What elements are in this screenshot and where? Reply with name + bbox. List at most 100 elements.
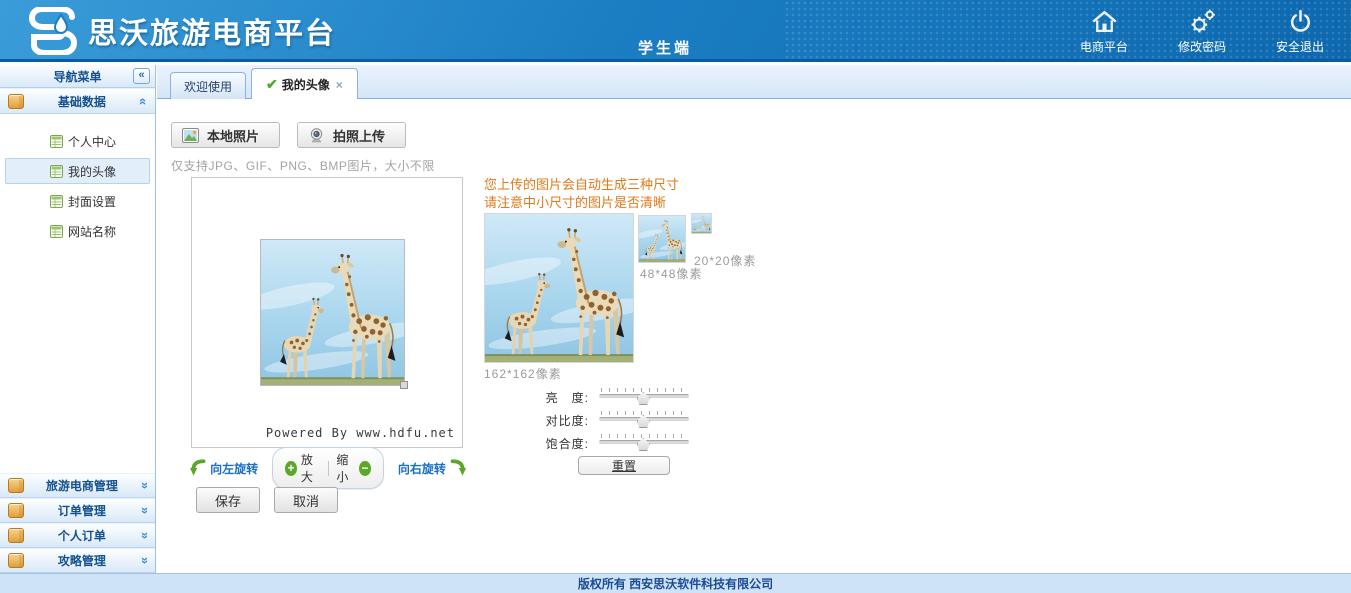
local-photo-button[interactable]: 本地照片 bbox=[171, 122, 280, 148]
grid-icon bbox=[50, 165, 63, 178]
preview-162-label: 162*162像素 bbox=[484, 365, 562, 382]
tip-line-2: 请注意中小尺寸的图片是否清晰 bbox=[484, 194, 679, 212]
chevron-down-icon: « bbox=[136, 532, 151, 539]
main-panel: 欢迎使用 ✔ 我的头像 × 本地照片 bbox=[157, 65, 1351, 573]
sidebar-collapsed-sections: 旅游电商管理 « 订单管理 « 个人订单 « 攻略管理 « bbox=[0, 473, 155, 573]
sidebar-section-guide-management[interactable]: 攻略管理 « bbox=[0, 548, 155, 573]
editor-watermark: Powered By www.hdfu.net bbox=[266, 426, 455, 440]
sidebar-collapse-button[interactable]: « bbox=[133, 68, 150, 84]
saturation-slider-row: 饱合度: bbox=[517, 434, 689, 452]
brightness-slider[interactable] bbox=[599, 388, 689, 406]
ecommerce-platform-button[interactable]: 电商平台 bbox=[1075, 8, 1133, 55]
zoom-out-button[interactable]: 缩小 − bbox=[331, 451, 375, 485]
folder-icon bbox=[8, 528, 24, 543]
contrast-slider[interactable] bbox=[599, 411, 689, 429]
zoom-pill: + 放大 缩小 − bbox=[272, 447, 384, 489]
check-icon: ✔ bbox=[266, 76, 278, 93]
button-label: 本地照片 bbox=[207, 126, 259, 145]
format-note: 仅支持JPG、GIF、PNG、BMP图片，大小不限 bbox=[171, 157, 435, 174]
sidebar-item-site-name[interactable]: 网站名称 bbox=[5, 218, 150, 244]
app-window: 思沃旅游电商平台 学生端 电商平台 bbox=[0, 0, 1351, 593]
brightness-slider-row: 亮 度: bbox=[517, 388, 689, 406]
zoom-in-label: 放大 bbox=[301, 451, 320, 485]
cancel-button[interactable]: 取消 bbox=[274, 487, 338, 513]
rotate-left-icon[interactable] bbox=[190, 457, 206, 479]
grid-icon bbox=[50, 225, 63, 238]
rotate-right-label[interactable]: 向右旋转 bbox=[398, 460, 446, 477]
section-label: 订单管理 bbox=[24, 502, 140, 519]
slider-ticks bbox=[601, 434, 687, 438]
tab-close-icon[interactable]: × bbox=[336, 78, 343, 92]
power-icon bbox=[1287, 8, 1314, 35]
tab-my-avatar[interactable]: ✔ 我的头像 × bbox=[251, 68, 358, 99]
grid-icon bbox=[50, 135, 63, 148]
sidebar-title-text: 导航菜单 bbox=[53, 68, 101, 85]
home-icon bbox=[1091, 8, 1118, 35]
section-label: 攻略管理 bbox=[24, 552, 140, 569]
action-label: 电商平台 bbox=[1080, 38, 1128, 55]
sidebar-title: 导航菜单 « bbox=[0, 65, 155, 88]
menu-item-label: 封面设置 bbox=[68, 193, 116, 210]
header-bar: 思沃旅游电商平台 学生端 电商平台 bbox=[0, 0, 1351, 62]
gears-icon bbox=[1189, 8, 1216, 35]
rotate-right-icon[interactable] bbox=[450, 457, 466, 479]
app-title: 思沃旅游电商平台 bbox=[88, 10, 336, 52]
zoom-out-label: 缩小 bbox=[336, 451, 355, 485]
preview-20-label: 20*20像素 bbox=[694, 252, 756, 269]
sidebar: 导航菜单 « 基础数据 « 个人中心 我的头像 封面设置 网站名称 bbox=[0, 65, 156, 573]
save-cancel-row: 保存 取消 bbox=[196, 487, 338, 513]
divider bbox=[328, 461, 329, 476]
tip-line-1: 您上传的图片会自动生成三种尺寸 bbox=[484, 176, 679, 194]
reset-button[interactable]: 重置 bbox=[578, 456, 670, 475]
preview-48 bbox=[638, 215, 686, 263]
upload-tips: 您上传的图片会自动生成三种尺寸 请注意中小尺寸的图片是否清晰 bbox=[484, 176, 679, 212]
resize-handle[interactable] bbox=[400, 381, 408, 389]
chevron-up-icon: « bbox=[136, 97, 151, 104]
crop-editor-canvas: Powered By www.hdfu.net bbox=[191, 177, 463, 448]
footer-bar: 版权所有 西安思沃软件科技有限公司 bbox=[0, 573, 1351, 593]
tab-welcome[interactable]: 欢迎使用 bbox=[170, 72, 246, 99]
saturation-slider[interactable] bbox=[599, 434, 689, 452]
preview-162 bbox=[484, 213, 634, 363]
rotate-left-label[interactable]: 向左旋转 bbox=[210, 460, 258, 477]
portal-label: 学生端 bbox=[638, 37, 692, 58]
contrast-slider-row: 对比度: bbox=[517, 411, 689, 429]
chevron-down-icon: « bbox=[136, 557, 151, 564]
sidebar-item-cover-settings[interactable]: 封面设置 bbox=[5, 188, 150, 214]
folder-icon bbox=[8, 94, 24, 109]
sidebar-item-personal-center[interactable]: 个人中心 bbox=[5, 128, 150, 154]
zoom-in-button[interactable]: + 放大 bbox=[280, 451, 324, 485]
webcam-icon bbox=[308, 128, 325, 143]
change-password-button[interactable]: 修改密码 bbox=[1173, 8, 1231, 55]
camera-upload-button[interactable]: 拍照上传 bbox=[297, 122, 406, 148]
rotate-controls: 向左旋转 + 放大 缩小 − 向右旋转 bbox=[190, 455, 466, 481]
chevron-down-icon: « bbox=[136, 507, 151, 514]
preview-20 bbox=[691, 213, 712, 234]
section-label: 个人订单 bbox=[24, 527, 140, 544]
contrast-label: 对比度: bbox=[517, 412, 589, 429]
sidebar-section-personal-orders[interactable]: 个人订单 « bbox=[0, 523, 155, 548]
sidebar-item-my-avatar[interactable]: 我的头像 bbox=[5, 158, 150, 184]
sidebar-section-travel-ecommerce[interactable]: 旅游电商管理 « bbox=[0, 473, 155, 498]
sidebar-section-order-management[interactable]: 订单管理 « bbox=[0, 498, 155, 523]
minus-icon: − bbox=[359, 461, 371, 476]
tab-label: 我的头像 bbox=[282, 76, 330, 93]
logout-button[interactable]: 安全退出 bbox=[1271, 8, 1329, 55]
tab-label: 欢迎使用 bbox=[184, 80, 232, 94]
sidebar-menu: 个人中心 我的头像 封面设置 网站名称 bbox=[0, 114, 155, 244]
slider-ticks bbox=[601, 411, 687, 415]
section-label: 基础数据 bbox=[24, 93, 140, 110]
slider-ticks bbox=[601, 388, 687, 392]
folder-icon bbox=[8, 553, 24, 568]
menu-item-label: 我的头像 bbox=[68, 163, 116, 180]
sidebar-section-base-data[interactable]: 基础数据 « bbox=[0, 88, 155, 114]
action-label: 安全退出 bbox=[1276, 38, 1324, 55]
brand-logo: 思沃旅游电商平台 bbox=[28, 7, 336, 55]
brightness-label: 亮 度: bbox=[517, 389, 589, 406]
tab-bar: 欢迎使用 ✔ 我的头像 × bbox=[157, 65, 1351, 99]
button-label: 拍照上传 bbox=[333, 126, 385, 145]
grid-icon bbox=[50, 195, 63, 208]
save-button[interactable]: 保存 bbox=[196, 487, 260, 513]
crop-image[interactable] bbox=[260, 239, 405, 386]
menu-item-label: 个人中心 bbox=[68, 133, 116, 150]
